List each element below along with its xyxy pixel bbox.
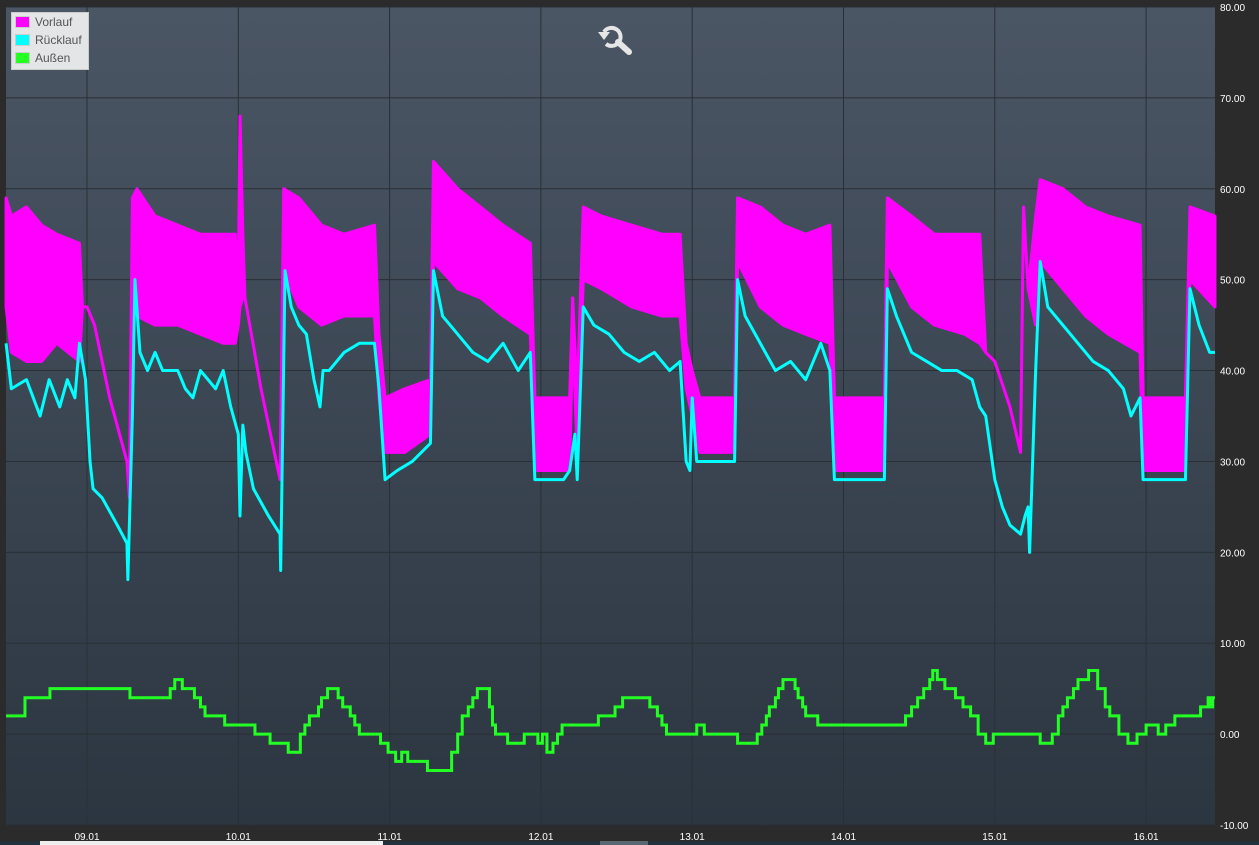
- y-tick-label: 70.00: [1220, 94, 1245, 105]
- y-axis: 80.00 70.00 60.00 50.00 40.00 30.00 20.00 10.00…: [1220, 3, 1249, 832]
- navigator-range[interactable]: [40, 841, 383, 845]
- legend-item-vorlauf[interactable]: Vorlauf: [12, 13, 88, 31]
- y-tick-label: 60.00: [1220, 185, 1245, 196]
- legend-item-ruecklauf[interactable]: Rücklauf: [12, 31, 88, 49]
- legend: Vorlauf Rücklauf Außen: [11, 12, 89, 70]
- y-tick-label: -10.00: [1220, 821, 1249, 832]
- navigator-handle[interactable]: [600, 841, 648, 845]
- y-tick-label: 0.00: [1220, 730, 1240, 741]
- legend-label: Vorlauf: [35, 15, 73, 29]
- legend-item-aussen[interactable]: Außen: [12, 49, 88, 67]
- legend-swatch: [15, 34, 30, 46]
- legend-swatch: [15, 16, 30, 28]
- y-tick-label: 30.00: [1220, 457, 1245, 468]
- y-tick-label: 20.00: [1220, 548, 1245, 559]
- legend-label: Rücklauf: [35, 33, 82, 47]
- line-chart: 80.00 70.00 60.00 50.00 40.00 30.00 20.00 10.00…: [4, 3, 1249, 843]
- y-tick-label: 10.00: [1220, 639, 1245, 650]
- legend-swatch: [15, 52, 30, 64]
- legend-label: Außen: [35, 51, 71, 65]
- zoom-reset-icon[interactable]: [596, 20, 634, 56]
- y-tick-label: 40.00: [1220, 367, 1245, 378]
- y-tick-label: 50.00: [1220, 276, 1245, 287]
- y-tick-label: 80.00: [1220, 3, 1245, 14]
